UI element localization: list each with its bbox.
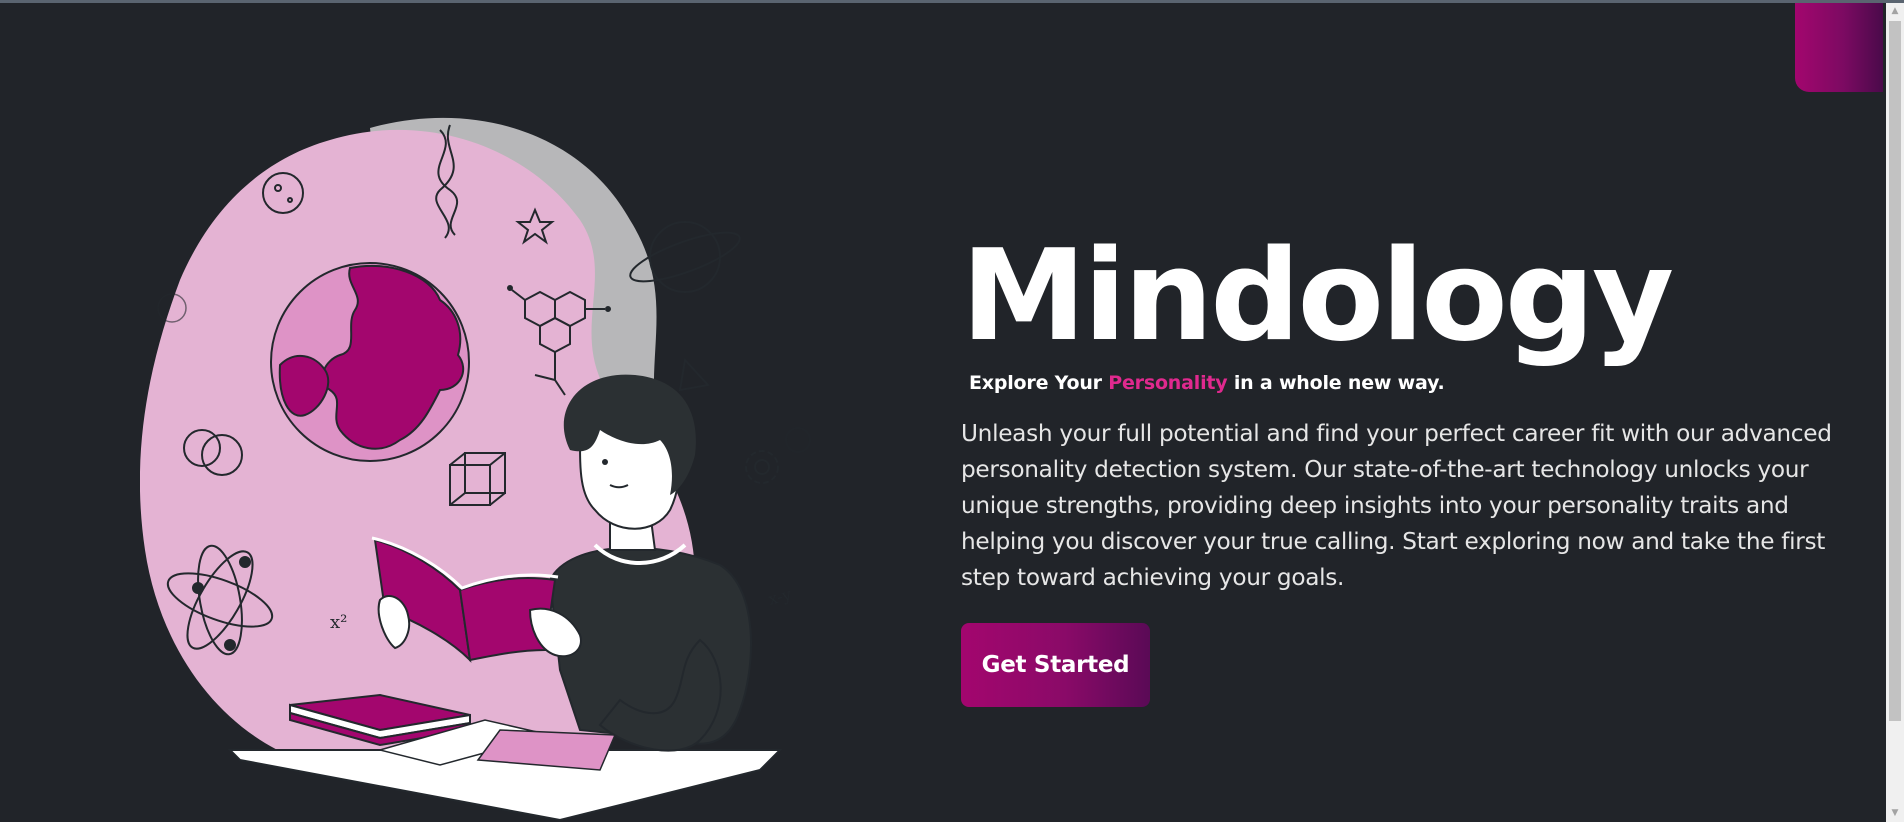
get-started-button[interactable]: Get Started <box>961 623 1150 707</box>
triangle-icon <box>678 357 710 392</box>
tagline-suffix: in a whole new way. <box>1227 372 1445 394</box>
scroll-down-arrow-icon[interactable]: ▼ <box>1886 805 1904 822</box>
tagline: Explore Your Personality in a whole new … <box>969 372 1841 394</box>
hero-section: Mindology Explore Your Personality in a … <box>961 232 1841 707</box>
scroll-up-arrow-icon[interactable]: ▲ <box>1886 3 1904 20</box>
hero-illustration: x² x-y <box>140 117 811 822</box>
scrollbar-thumb[interactable] <box>1889 21 1901 721</box>
hero-description: Unleash your full potential and find you… <box>961 420 1832 591</box>
menu-toggle-tab[interactable] <box>1795 3 1883 92</box>
tagline-prefix: Explore Your <box>969 372 1109 394</box>
gear-icon <box>745 427 811 484</box>
browser-top-border <box>0 0 1904 3</box>
globe-icon <box>270 262 470 462</box>
tagline-accent: Personality <box>1108 372 1228 394</box>
page-title: Mindology <box>961 222 1674 369</box>
scrollbar[interactable]: ▲ ▼ <box>1886 3 1904 822</box>
formula-x2: x² <box>330 612 347 633</box>
formula-xy: x-y <box>766 585 793 609</box>
reading-person <box>548 374 753 752</box>
